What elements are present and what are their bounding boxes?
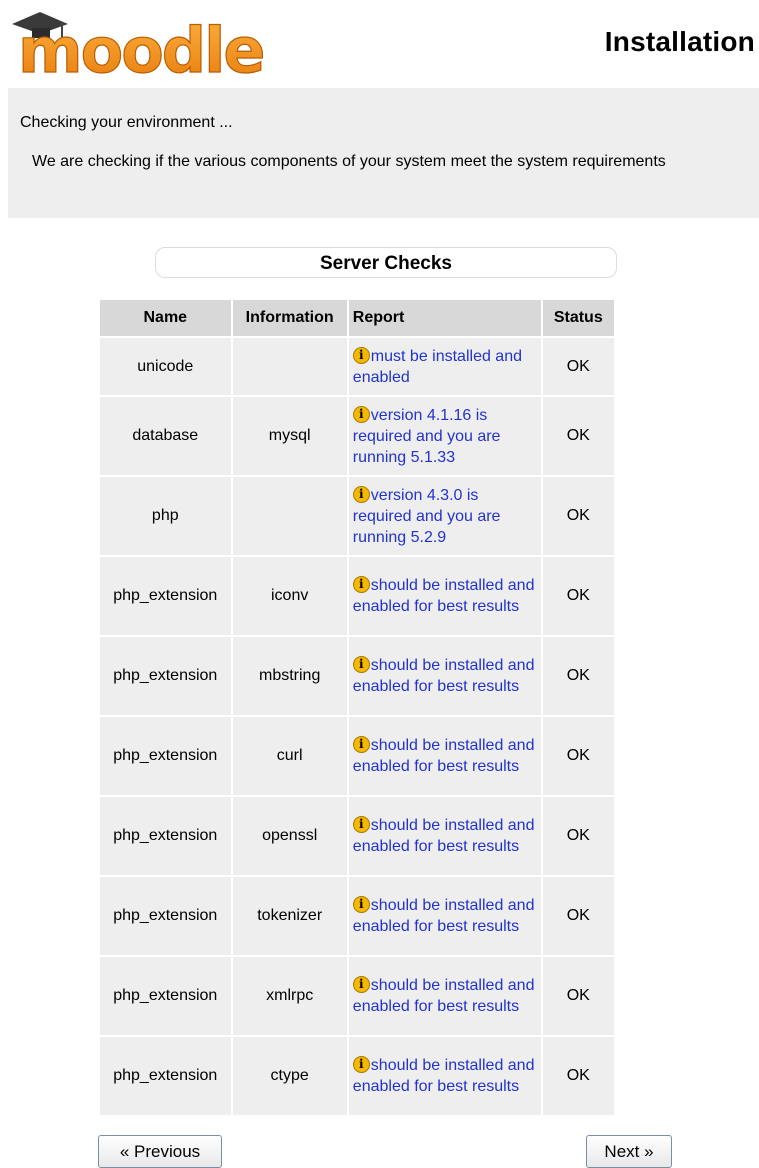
table-row: php_extension iconv i should be installed a…	[100, 557, 614, 635]
cell-report: i should be installed and enabled for bes…	[348, 797, 541, 875]
column-header-information: Information	[232, 300, 347, 336]
next-button[interactable]: Next »	[586, 1135, 672, 1168]
cell-report: i should be installed and enabled for bes…	[348, 1037, 541, 1115]
environment-table: Name Information Report Status unicode i m…	[98, 298, 616, 1117]
cell-status: OK	[542, 397, 614, 475]
info-description: We are checking if the various component…	[32, 153, 666, 170]
table-row: php_extension xmlrpc i should be installed …	[100, 957, 614, 1035]
cell-information: xmlrpc	[232, 957, 347, 1035]
column-header-name: Name	[100, 300, 231, 336]
cell-status: OK	[542, 1037, 614, 1115]
cell-report: i should be installed and enabled for bes…	[348, 957, 541, 1035]
cell-report: i should be installed and enabled for bes…	[348, 557, 541, 635]
warning-icon: i	[352, 576, 370, 593]
table-row: php_extension openssl i should be installed…	[100, 797, 614, 875]
report-link[interactable]: should be installed and enabled for best…	[353, 817, 535, 855]
cell-information	[232, 338, 347, 395]
info-heading: Checking your environment ...	[20, 114, 233, 131]
cell-information: curl	[232, 717, 347, 795]
table-header-row: Name Information Report Status	[100, 300, 614, 336]
previous-button[interactable]: « Previous	[98, 1135, 222, 1168]
header: moodle Installation	[0, 0, 759, 88]
cell-report: i should be installed and enabled for bes…	[348, 637, 541, 715]
table-row: php_extension curl i should be installed an…	[100, 717, 614, 795]
table-row: unicode i must be installed and enabled OK	[100, 338, 614, 395]
report-link[interactable]: version 4.3.0 is required and you are ru…	[353, 487, 501, 546]
table-row: database mysql i version 4.1.16 is required…	[100, 397, 614, 475]
column-header-status: Status	[542, 300, 614, 336]
cell-information: mysql	[232, 397, 347, 475]
cell-name: php_extension	[100, 1037, 231, 1115]
cell-information	[232, 477, 347, 555]
warning-icon: i	[352, 485, 370, 503]
table-row: php_extension mbstring i should be installe…	[100, 637, 614, 715]
svg-text:moodle: moodle	[18, 14, 263, 86]
cell-information: tokenizer	[232, 877, 347, 955]
cell-status: OK	[542, 338, 614, 395]
warning-icon: i	[352, 1056, 370, 1073]
table-row: php_extension tokenizer i should be install…	[100, 877, 614, 955]
cell-name: php	[100, 477, 231, 555]
warning-icon: i	[352, 405, 370, 423]
report-link[interactable]: must be installed and enabled	[353, 348, 522, 386]
cell-report: i version 4.1.16 is required and you are …	[348, 397, 541, 475]
warning-icon: i	[352, 896, 370, 913]
cell-report: i version 4.3.0 is required and you are r…	[348, 477, 541, 555]
cell-status: OK	[542, 877, 614, 955]
report-link[interactable]: should be installed and enabled for best…	[353, 977, 535, 1015]
cell-information: ctype	[232, 1037, 347, 1115]
cell-name: php_extension	[100, 717, 231, 795]
cell-report: i must be installed and enabled	[348, 338, 541, 395]
report-link[interactable]: should be installed and enabled for best…	[353, 737, 535, 775]
cell-name: php_extension	[100, 557, 231, 635]
moodle-logo: moodle	[10, 4, 293, 88]
cell-status: OK	[542, 477, 614, 555]
server-checks-title: Server Checks	[155, 247, 617, 278]
cell-report: i should be installed and enabled for bes…	[348, 877, 541, 955]
report-link[interactable]: should be installed and enabled for best…	[353, 577, 535, 615]
cell-status: OK	[542, 637, 614, 715]
report-link[interactable]: should be installed and enabled for best…	[353, 897, 535, 935]
moodle-logo-graphic: moodle	[12, 12, 266, 88]
cell-information: openssl	[232, 797, 347, 875]
cell-status: OK	[542, 797, 614, 875]
cell-name: php_extension	[100, 637, 231, 715]
cell-name: database	[100, 397, 231, 475]
cell-name: php_extension	[100, 957, 231, 1035]
cell-status: OK	[542, 957, 614, 1035]
cell-report: i should be installed and enabled for bes…	[348, 717, 541, 795]
warning-icon: i	[352, 656, 370, 673]
warning-icon: i	[352, 346, 370, 364]
environment-info-box: Checking your environment ... We are che…	[8, 88, 759, 218]
column-header-report: Report	[348, 300, 541, 336]
table-row: php i version 4.3.0 is required and you ar…	[100, 477, 614, 555]
cell-status: OK	[542, 717, 614, 795]
cell-name: php_extension	[100, 797, 231, 875]
warning-icon: i	[352, 816, 370, 833]
cell-information: iconv	[232, 557, 347, 635]
cell-status: OK	[542, 557, 614, 635]
warning-icon: i	[352, 736, 370, 753]
report-link[interactable]: version 4.1.16 is required and you are r…	[353, 407, 501, 466]
page-title: Installation	[604, 26, 755, 57]
cell-information: mbstring	[232, 637, 347, 715]
table-row: php_extension ctype i should be installed a…	[100, 1037, 614, 1115]
report-link[interactable]: should be installed and enabled for best…	[353, 1057, 535, 1095]
cell-name: php_extension	[100, 877, 231, 955]
report-link[interactable]: should be installed and enabled for best…	[353, 657, 535, 695]
warning-icon: i	[352, 976, 370, 993]
cell-name: unicode	[100, 338, 231, 395]
